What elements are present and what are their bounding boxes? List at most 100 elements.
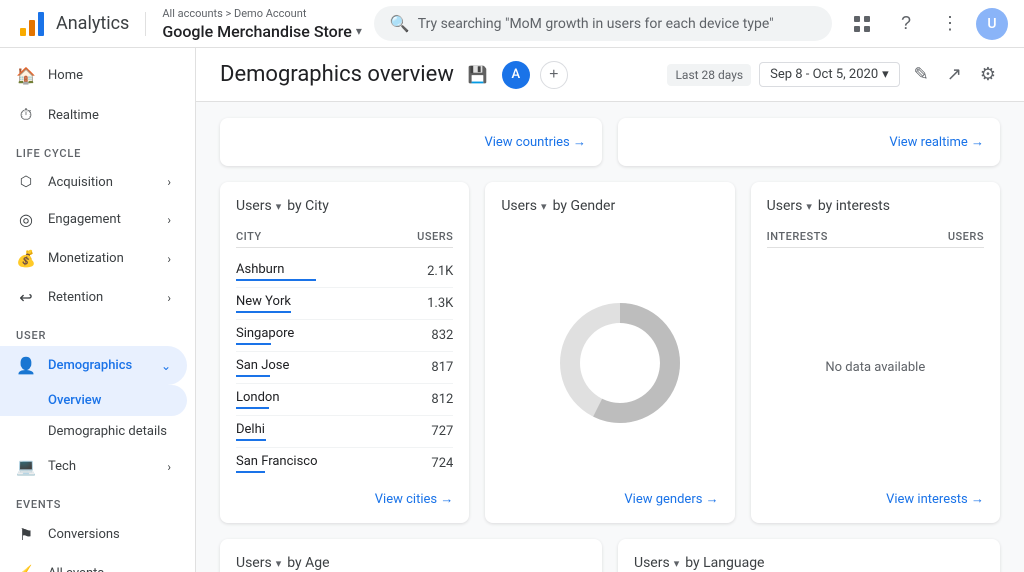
breadcrumb-area: All accounts > Demo Account Google Merch… [162,7,362,41]
language-card: Users ▾ by Language [618,539,1000,572]
app-name: Analytics [56,13,129,34]
table-row: New York 1.3K [236,288,453,320]
table-row: London 812 [236,384,453,416]
all-events-icon: ⚡ [16,564,36,572]
city-table-rows: Ashburn 2.1K New York 1.3K Singapore 832… [236,256,453,479]
no-data-message: No data available [767,256,984,479]
sidebar-item-realtime[interactable]: ⏱ Realtime [0,95,187,135]
property-selector[interactable]: Google Merchandise Store ▾ [162,22,362,41]
interests-card-dropdown[interactable]: ▾ [806,200,812,213]
view-interests-link[interactable]: View interests → [886,491,984,507]
sidebar-item-home[interactable]: 🏠 Home [0,56,187,95]
monetization-expand-icon: › [167,252,171,266]
search-bar[interactable]: 🔍 Try searching "MoM growth in users for… [374,6,832,41]
user-section-label: USER [0,317,195,346]
view-cities-link[interactable]: View cities → [375,491,454,507]
interests-table-header: INTERESTS USERS [767,226,984,248]
interests-card-footer: View interests → [767,479,984,507]
bottom-two-col-cards: Users ▾ by Age Users ▾ by Language [220,539,1000,572]
help-icon: ? [901,13,911,34]
save-report-icon-button[interactable]: 💾 [464,61,492,89]
sidebar-item-monetization[interactable]: 💰 Monetization › [0,239,187,278]
user-avatar[interactable]: U [976,8,1008,40]
page-header: Demographics overview 💾 A + Last 28 days… [196,48,1024,102]
logo-area: Analytics [16,8,129,40]
property-dropdown-arrow: ▾ [356,24,362,38]
sidebar-item-demographics[interactable]: 👤 Demographics ⌄ [0,346,187,385]
top-cards-row: View countries → View realtime → [220,118,1000,166]
sidebar-item-all-events[interactable]: ⚡ All events [0,554,187,572]
date-dropdown-arrow: ▾ [882,67,889,82]
demographics-expand-icon: ⌄ [161,359,171,373]
breadcrumb-top: All accounts > Demo Account [162,7,362,20]
view-countries-card: View countries → [220,118,602,166]
city-card-footer: View cities → [236,479,453,507]
realtime-icon: ⏱ [16,105,36,125]
tech-expand-icon: › [167,460,171,474]
sidebar-item-tech[interactable]: 💻 Tech › [0,447,187,486]
more-settings-button[interactable]: ⚙ [976,60,1000,89]
add-comparison-button[interactable]: + [540,61,568,89]
apps-icon-button[interactable] [844,6,880,42]
city-card-title: Users ▾ by City [236,198,453,214]
age-card-title: Users ▾ by Age [236,555,586,571]
more-options-button[interactable]: ⋮ [932,6,968,42]
main-layout: 🏠 Home ⏱ Realtime LIFE CYCLE ⬡ Acquisiti… [0,48,1024,572]
gender-card-footer: View genders → [501,479,718,507]
city-table-header: CITY USERS [236,226,453,248]
city-bar [236,471,265,473]
events-section-label: EVENTS [0,486,195,515]
gender-card: Users ▾ by Gender View genders [485,182,734,523]
lifecycle-section-label: LIFE CYCLE [0,135,195,164]
city-bar [236,407,269,409]
gender-donut-chart [550,293,670,413]
share-button[interactable]: ✎ [910,60,933,89]
sidebar-subitem-demographic-details[interactable]: Demographic details [0,416,187,447]
view-countries-link[interactable]: View countries → [484,134,586,150]
sidebar-item-conversions[interactable]: ⚑ Conversions [0,515,187,554]
main-content: Demographics overview 💾 A + Last 28 days… [196,48,1024,572]
page-title: Demographics overview [220,62,454,87]
age-card: Users ▾ by Age [220,539,602,572]
demographics-icon: 👤 [16,356,36,375]
city-card-dropdown[interactable]: ▾ [276,200,282,213]
three-col-cards: Users ▾ by City CITY USERS Ashburn 2.1K … [220,182,1000,523]
more-icon: ⋮ [941,13,959,34]
table-row: San Jose 817 [236,352,453,384]
sidebar-item-engagement[interactable]: ◎ Engagement › [0,200,187,239]
language-card-dropdown[interactable]: ▾ [674,557,680,570]
retention-expand-icon: › [167,291,171,305]
engagement-expand-icon: › [167,213,171,227]
conversions-icon: ⚑ [16,525,36,544]
interests-card: Users ▾ by interests INTERESTS USERS No … [751,182,1000,523]
city-bar [236,311,291,313]
sidebar-item-acquisition[interactable]: ⬡ Acquisition › [0,164,187,200]
cards-section: View countries → View realtime → Users ▾… [196,102,1024,572]
city-bar [236,279,316,281]
date-range-label: Last 28 days [667,64,751,86]
sidebar-item-retention[interactable]: ↩ Retention › [0,278,187,317]
view-genders-link[interactable]: View genders → [624,491,718,507]
export-button[interactable]: ↗ [943,60,966,89]
engagement-icon: ◎ [16,210,36,229]
user-badge: A [502,61,530,89]
home-icon: 🏠 [16,66,36,85]
view-realtime-link[interactable]: View realtime → [889,134,984,150]
acquisition-icon: ⬡ [16,174,36,190]
donut-chart-container [501,226,718,479]
gender-card-dropdown[interactable]: ▾ [541,200,547,213]
age-card-dropdown[interactable]: ▾ [276,557,282,570]
gender-card-title: Users ▾ by Gender [501,198,718,214]
retention-icon: ↩ [16,288,36,307]
help-icon-button[interactable]: ? [888,6,924,42]
top-navigation: Analytics All accounts > Demo Account Go… [0,0,1024,48]
language-card-title: Users ▾ by Language [634,555,984,571]
table-row: Delhi 727 [236,416,453,448]
monetization-icon: 💰 [16,249,36,268]
tech-icon: 💻 [16,457,36,476]
table-row: Singapore 832 [236,320,453,352]
city-bar [236,439,266,441]
date-selector[interactable]: Sep 8 - Oct 5, 2020 ▾ [759,62,900,87]
sidebar-subitem-overview[interactable]: Overview [0,385,187,416]
table-row: Ashburn 2.1K [236,256,453,288]
